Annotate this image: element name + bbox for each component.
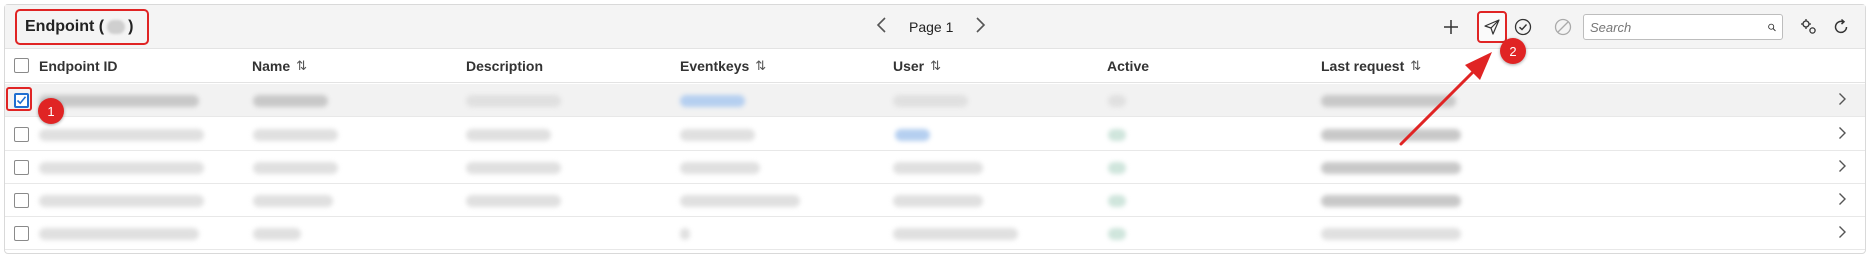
search-input[interactable] [1590,19,1768,35]
plus-icon [1444,20,1458,34]
chevron-right-icon[interactable] [1838,157,1847,178]
check-circle-icon [1514,18,1532,36]
redacted-cell [253,195,333,207]
redacted-cell [466,162,561,174]
row-checkbox[interactable] [14,193,29,208]
settings-button[interactable] [1795,13,1823,41]
chevron-right-icon[interactable] [1838,124,1847,145]
redacted-cell [39,195,204,207]
column-eventkeys[interactable]: Eventkeys ⇅ [680,49,766,83]
redacted-cell [1108,228,1126,240]
row-checkbox[interactable] [14,127,29,142]
column-active[interactable]: Active [1107,49,1149,83]
redacted-cell [1108,195,1126,207]
column-label: User [893,58,925,74]
redacted-cell [1321,228,1461,240]
checkbox-highlight [6,87,32,111]
send-button[interactable] [1477,11,1507,43]
redacted-cell [253,228,301,240]
redacted-cell [893,228,1018,240]
page-title-close: ) [128,18,134,35]
chevron-right-icon[interactable] [1838,190,1847,211]
redacted-cell [39,162,204,174]
column-label: Last request [1321,58,1405,74]
redacted-cell [1321,162,1461,174]
page-title-text: Endpoint ( [25,18,105,35]
redacted-cell [39,129,204,141]
column-label: Active [1107,58,1150,74]
search-icon[interactable] [1768,20,1776,35]
endpoint-table-panel: Endpoint ( ) Page 1 Search Endpoint ID N… [4,4,1866,254]
chevron-right-icon[interactable] [1838,223,1847,244]
activate-button[interactable] [1509,13,1537,41]
redacted-cell [1108,129,1126,141]
redacted-cell [1321,195,1461,207]
refresh-button[interactable] [1827,13,1855,41]
table-row[interactable] [5,217,1865,250]
redacted-cell [253,95,328,107]
redacted-cell [466,195,561,207]
table-column-headers: Endpoint ID Name ⇅ Description Eventkeys… [5,49,1865,83]
column-user[interactable]: User ⇅ [893,49,941,83]
redacted-cell [1108,162,1126,174]
endpoint-count-redacted [107,20,126,34]
sort-icon: ⇅ [755,58,767,73]
column-label: Description [466,58,544,74]
redacted-cell [893,95,968,107]
redacted-cell [893,195,983,207]
redacted-cell [1108,95,1126,107]
paper-plane-icon [1484,19,1500,35]
redacted-cell [680,129,755,141]
chevron-left-icon[interactable] [875,16,887,38]
settings-icon [1801,19,1816,34]
table-row[interactable] [5,118,1865,151]
page-title: Endpoint ( ) [25,18,133,36]
refresh-icon [1834,18,1848,34]
sort-icon: ⇅ [296,58,308,73]
redacted-cell [680,95,745,107]
search-box [1583,14,1783,40]
deactivate-button[interactable] [1549,13,1577,41]
redacted-cell [893,162,983,174]
redacted-cell [680,228,690,240]
redacted-cell [253,129,338,141]
sort-icon: ⇅ [930,58,942,73]
column-label: Eventkeys [680,58,750,74]
redacted-cell [466,129,551,141]
block-icon [1554,18,1572,36]
column-label: Endpoint ID [39,58,118,74]
row-checkbox[interactable] [14,226,29,241]
pagination: Page 1 [875,15,987,39]
title-highlight: Endpoint ( ) [15,9,149,45]
row-checkbox[interactable] [14,160,29,175]
column-endpoint-id[interactable]: Endpoint ID [39,49,118,83]
redacted-cell [253,162,338,174]
page-label: Page 1 [909,19,954,35]
table-row[interactable] [5,184,1865,217]
annotation-arrow [1399,52,1492,146]
redacted-cell [466,95,561,107]
step-badge-1: 1 [38,98,64,124]
column-name[interactable]: Name ⇅ [252,49,307,83]
column-description[interactable]: Description [466,49,543,83]
column-label: Name [252,58,291,74]
chevron-right-icon[interactable] [1838,90,1847,111]
add-button[interactable] [1437,13,1465,41]
redacted-cell [39,228,199,240]
redacted-cell [895,129,930,141]
table-row[interactable] [5,151,1865,184]
redacted-cell [680,162,760,174]
table-row[interactable] [5,84,1865,117]
chevron-right-icon[interactable] [975,16,987,38]
select-all-checkbox[interactable] [14,58,29,73]
redacted-cell [680,195,800,207]
table-header-bar: Endpoint ( ) Page 1 [5,5,1865,49]
